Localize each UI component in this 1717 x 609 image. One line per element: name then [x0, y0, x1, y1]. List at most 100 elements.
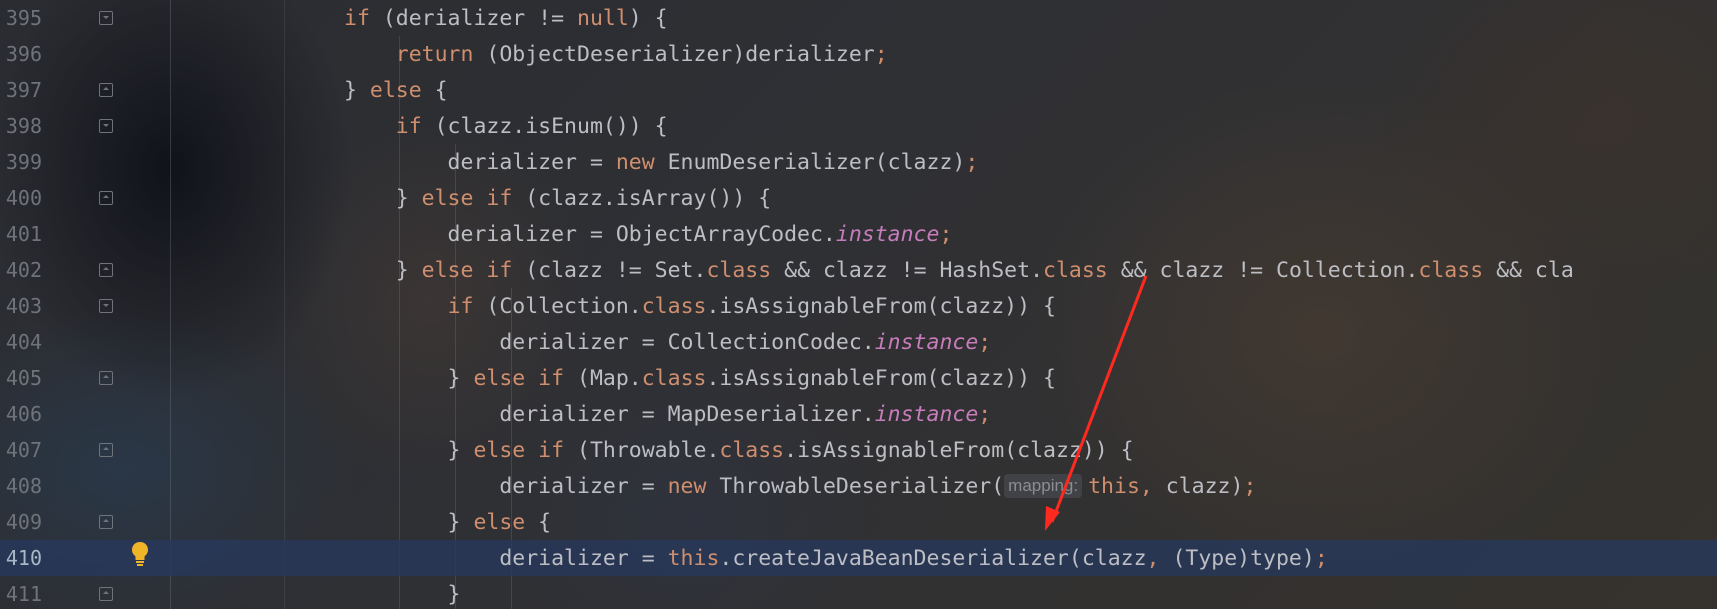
line-number[interactable]: 396: [0, 42, 42, 66]
code-text[interactable]: } else if (clazz != Set.class && clazz !…: [344, 258, 1574, 283]
line-number[interactable]: 402: [0, 258, 42, 282]
fold-expanded-icon[interactable]: [99, 299, 113, 313]
code-text[interactable]: } else if (clazz.isArray()) {: [344, 186, 771, 211]
fold-end-icon[interactable]: [99, 263, 113, 277]
code-line[interactable]: 407 } else if (Throwable.class.isAssigna…: [0, 432, 1717, 468]
code-text[interactable]: } else if (Throwable.class.isAssignableF…: [344, 438, 1134, 463]
code-token: instance: [874, 401, 979, 427]
code-line[interactable]: 396 return (ObjectDeserializer)derialize…: [0, 36, 1717, 72]
code-token: ) {: [628, 5, 668, 31]
code-line[interactable]: 403 if (Collection.class.isAssignableFro…: [0, 288, 1717, 324]
code-text[interactable]: } else {: [344, 78, 448, 103]
code-token: class: [706, 257, 772, 283]
code-token: .createJavaBeanDeserializer(clazz: [719, 545, 1147, 571]
code-text[interactable]: derializer = this.createJavaBeanDeserial…: [344, 545, 1328, 571]
fold-end-icon[interactable]: [99, 443, 113, 457]
code-token: ;: [939, 221, 953, 247]
fold-end-icon[interactable]: [99, 371, 113, 385]
line-number[interactable]: 397: [0, 78, 42, 102]
code-text[interactable]: return (ObjectDeserializer)derializer;: [344, 42, 888, 67]
code-line[interactable]: 395 if (derializer != null) {: [0, 0, 1717, 36]
code-line[interactable]: 409 } else {: [0, 504, 1717, 540]
code-line[interactable]: 406 derializer = MapDeserializer.instanc…: [0, 396, 1717, 432]
line-number[interactable]: 399: [0, 150, 42, 174]
code-line[interactable]: 402 } else if (clazz != Set.class && cla…: [0, 252, 1717, 288]
code-token: derializer = MapDeserializer.: [344, 401, 875, 427]
code-token: (clazz.isArray()) {: [512, 185, 772, 211]
line-number[interactable]: 406: [0, 402, 42, 426]
code-line[interactable]: 408 derializer = new ThrowableDeserializ…: [0, 468, 1717, 504]
code-line[interactable]: 404 derializer = CollectionCodec.instanc…: [0, 324, 1717, 360]
code-line[interactable]: 410 derializer = this.createJavaBeanDese…: [0, 540, 1717, 576]
code-token: (Throwable.: [564, 437, 720, 463]
code-text[interactable]: }: [344, 582, 461, 607]
fold-end-icon[interactable]: [99, 191, 113, 205]
line-number[interactable]: 395: [0, 6, 42, 30]
parameter-hint: mapping:: [1004, 473, 1083, 498]
line-number[interactable]: 409: [0, 510, 42, 534]
code-token: && cla: [1483, 257, 1574, 283]
line-number[interactable]: 401: [0, 222, 42, 246]
code-line[interactable]: 400 } else if (clazz.isArray()) {: [0, 180, 1717, 216]
code-text[interactable]: derializer = MapDeserializer.instance;: [344, 402, 991, 427]
code-token: ;: [874, 41, 888, 67]
code-token: }: [344, 365, 474, 391]
fold-end-icon[interactable]: [99, 587, 113, 601]
fold-expanded-icon[interactable]: [99, 11, 113, 25]
code-token: ,: [1139, 473, 1166, 499]
fold-end-icon[interactable]: [99, 83, 113, 97]
code-text[interactable]: if (derializer != null) {: [344, 6, 668, 31]
code-token: }: [344, 185, 422, 211]
code-token: derializer =: [344, 545, 668, 571]
line-number[interactable]: 403: [0, 294, 42, 318]
code-line[interactable]: 397 } else {: [0, 72, 1717, 108]
code-text[interactable]: derializer = new EnumDeserializer(clazz)…: [344, 149, 979, 175]
line-number[interactable]: 405: [0, 366, 42, 390]
code-token: ThrowableDeserializer(: [706, 473, 1005, 499]
code-token: (Type)type): [1172, 545, 1315, 571]
code-token: derializer =: [344, 149, 616, 175]
code-token: }: [344, 257, 422, 283]
code-token: if: [447, 293, 474, 319]
line-number[interactable]: 398: [0, 114, 42, 138]
code-token: else: [369, 77, 422, 103]
code-text[interactable]: derializer = CollectionCodec.instance;: [344, 330, 991, 355]
code-text[interactable]: derializer = new ThrowableDeserializer(m…: [344, 473, 1256, 499]
code-line[interactable]: 398 if (clazz.isEnum()) {: [0, 108, 1717, 144]
code-token: this: [1088, 473, 1140, 499]
code-text[interactable]: if (Collection.class.isAssignableFrom(cl…: [344, 294, 1056, 319]
code-token: ;: [965, 149, 979, 175]
fold-end-icon[interactable]: [99, 515, 113, 529]
code-token: && clazz != HashSet.: [771, 257, 1044, 283]
code-text[interactable]: if (clazz.isEnum()) {: [344, 114, 668, 139]
code-token: (derializer !=: [369, 5, 577, 31]
code-token: ,: [1146, 545, 1173, 571]
lightbulb-icon[interactable]: [131, 541, 149, 567]
code-token: class: [1043, 257, 1108, 283]
code-text[interactable]: } else if (Map.class.isAssignableFrom(cl…: [344, 366, 1056, 391]
line-number[interactable]: 404: [0, 330, 42, 354]
line-number[interactable]: 408: [0, 474, 42, 498]
line-number[interactable]: 400: [0, 186, 42, 210]
code-token: (clazz.isEnum()) {: [421, 113, 668, 139]
code-line[interactable]: 401 derializer = ObjectArrayCodec.instan…: [0, 216, 1717, 252]
line-number[interactable]: 410: [0, 546, 42, 570]
code-line[interactable]: 411 }: [0, 576, 1717, 609]
code-token: class: [641, 365, 707, 391]
code-token: new: [667, 473, 707, 499]
code-token: {: [525, 509, 552, 535]
code-token: (ObjectDeserializer)derializer: [473, 41, 875, 67]
code-text[interactable]: derializer = ObjectArrayCodec.instance;: [344, 221, 953, 247]
fold-expanded-icon[interactable]: [99, 119, 113, 133]
line-number[interactable]: 407: [0, 438, 42, 462]
code-line[interactable]: 399 derializer = new EnumDeserializer(cl…: [0, 144, 1717, 180]
code-token: return: [395, 41, 474, 67]
code-text[interactable]: } else {: [344, 509, 552, 535]
line-number[interactable]: 411: [0, 582, 42, 606]
code-token: else if: [421, 257, 513, 283]
code-token: ;: [1314, 545, 1328, 571]
code-editor[interactable]: 395 if (derializer != null) { 396 return (…: [0, 0, 1717, 609]
code-token: class: [641, 293, 707, 319]
code-line[interactable]: 405 } else if (Map.class.isAssignableFro…: [0, 360, 1717, 396]
